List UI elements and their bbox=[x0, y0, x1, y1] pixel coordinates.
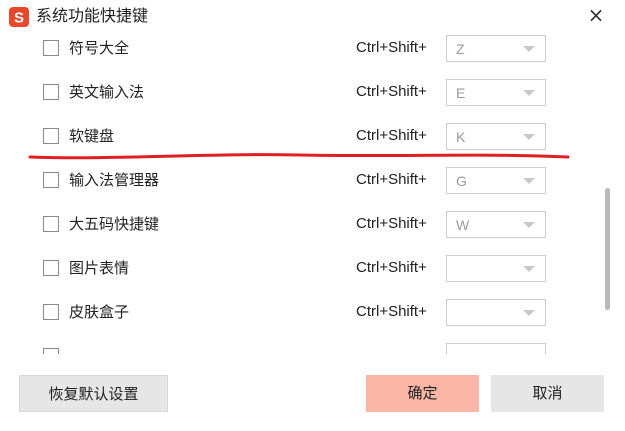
shortcut-modifier: Ctrl+Shift+ bbox=[356, 215, 427, 232]
shortcut-modifier: Ctrl+Shift+ bbox=[356, 127, 427, 144]
shortcut-checkbox[interactable] bbox=[43, 40, 59, 56]
shortcut-key-select[interactable] bbox=[446, 343, 546, 354]
confirm-button[interactable]: 确定 bbox=[366, 375, 479, 412]
shortcut-row: 大五码快捷键 Ctrl+Shift+ W bbox=[0, 208, 604, 242]
cancel-button[interactable]: 取消 bbox=[491, 375, 604, 412]
logo-letter: S bbox=[14, 10, 24, 27]
shortcut-checkbox[interactable] bbox=[43, 304, 59, 320]
chevron-down-icon bbox=[523, 222, 535, 228]
shortcut-label: 输入法管理器 bbox=[69, 171, 160, 189]
shortcut-key-select[interactable]: E bbox=[446, 79, 546, 106]
shortcut-label: 大五码快捷键 bbox=[69, 215, 160, 233]
shortcut-key-select[interactable]: Z bbox=[446, 35, 546, 62]
chevron-down-icon bbox=[523, 90, 535, 96]
shortcut-label: 图片表情 bbox=[69, 259, 130, 277]
shortcut-key-select[interactable]: K bbox=[446, 123, 546, 150]
shortcut-checkbox[interactable] bbox=[43, 348, 59, 354]
chevron-down-icon bbox=[523, 46, 535, 52]
shortcut-label: 符号大全 bbox=[69, 39, 130, 57]
shortcut-row: 符号大全 Ctrl+Shift+ Z bbox=[0, 32, 604, 66]
shortcut-modifier: Ctrl+Shift+ bbox=[356, 171, 427, 188]
shortcut-row: 图片表情 Ctrl+Shift+ bbox=[0, 252, 604, 286]
shortcut-modifier: Ctrl+Shift+ bbox=[356, 83, 427, 100]
shortcut-key-value: W bbox=[456, 217, 470, 233]
shortcut-key-select[interactable]: W bbox=[446, 211, 546, 238]
close-icon[interactable]: × bbox=[584, 4, 608, 28]
shortcut-row: 软键盘 Ctrl+Shift+ K bbox=[0, 120, 604, 154]
shortcut-key-value: Z bbox=[456, 41, 465, 57]
shortcut-key-select[interactable] bbox=[446, 299, 546, 326]
window-title: 系统功能快捷键 bbox=[36, 6, 149, 25]
shortcut-label: 皮肤盒子 bbox=[69, 303, 130, 321]
shortcut-key-value: G bbox=[456, 173, 467, 189]
scrollbar-track[interactable] bbox=[603, 32, 613, 354]
shortcut-key-value: K bbox=[456, 129, 466, 145]
shortcut-checkbox[interactable] bbox=[43, 84, 59, 100]
chevron-down-icon bbox=[523, 310, 535, 316]
title-bar: S 系统功能快捷键 × bbox=[0, 0, 625, 34]
shortcut-modifier: Ctrl+Shift+ bbox=[356, 259, 427, 276]
shortcut-key-select[interactable]: G bbox=[446, 167, 546, 194]
sogou-logo-icon: S bbox=[9, 7, 29, 27]
shortcut-checkbox[interactable] bbox=[43, 260, 59, 276]
reset-defaults-button[interactable]: 恢复默认设置 bbox=[19, 375, 168, 412]
shortcut-checkbox[interactable] bbox=[43, 216, 59, 232]
scrollbar-thumb[interactable] bbox=[605, 188, 610, 310]
chevron-down-icon bbox=[523, 266, 535, 272]
chevron-down-icon bbox=[523, 178, 535, 184]
shortcut-row: 皮肤盒子 Ctrl+Shift+ bbox=[0, 296, 604, 330]
shortcut-row bbox=[0, 340, 604, 354]
shortcut-modifier: Ctrl+Shift+ bbox=[356, 303, 427, 320]
shortcut-key-select[interactable] bbox=[446, 255, 546, 282]
shortcut-row: 英文输入法 Ctrl+Shift+ E bbox=[0, 76, 604, 110]
shortcut-list: 符号大全 Ctrl+Shift+ Z 英文输入法 Ctrl+Shift+ E 软… bbox=[0, 32, 604, 354]
shortcut-modifier: Ctrl+Shift+ bbox=[356, 39, 427, 56]
shortcut-label: 软键盘 bbox=[69, 127, 115, 145]
shortcut-label: 英文输入法 bbox=[69, 83, 145, 101]
shortcut-row: 输入法管理器 Ctrl+Shift+ G bbox=[0, 164, 604, 198]
shortcut-checkbox[interactable] bbox=[43, 172, 59, 188]
shortcut-key-value: E bbox=[456, 85, 466, 101]
shortcut-checkbox[interactable] bbox=[43, 128, 59, 144]
chevron-down-icon bbox=[523, 134, 535, 140]
